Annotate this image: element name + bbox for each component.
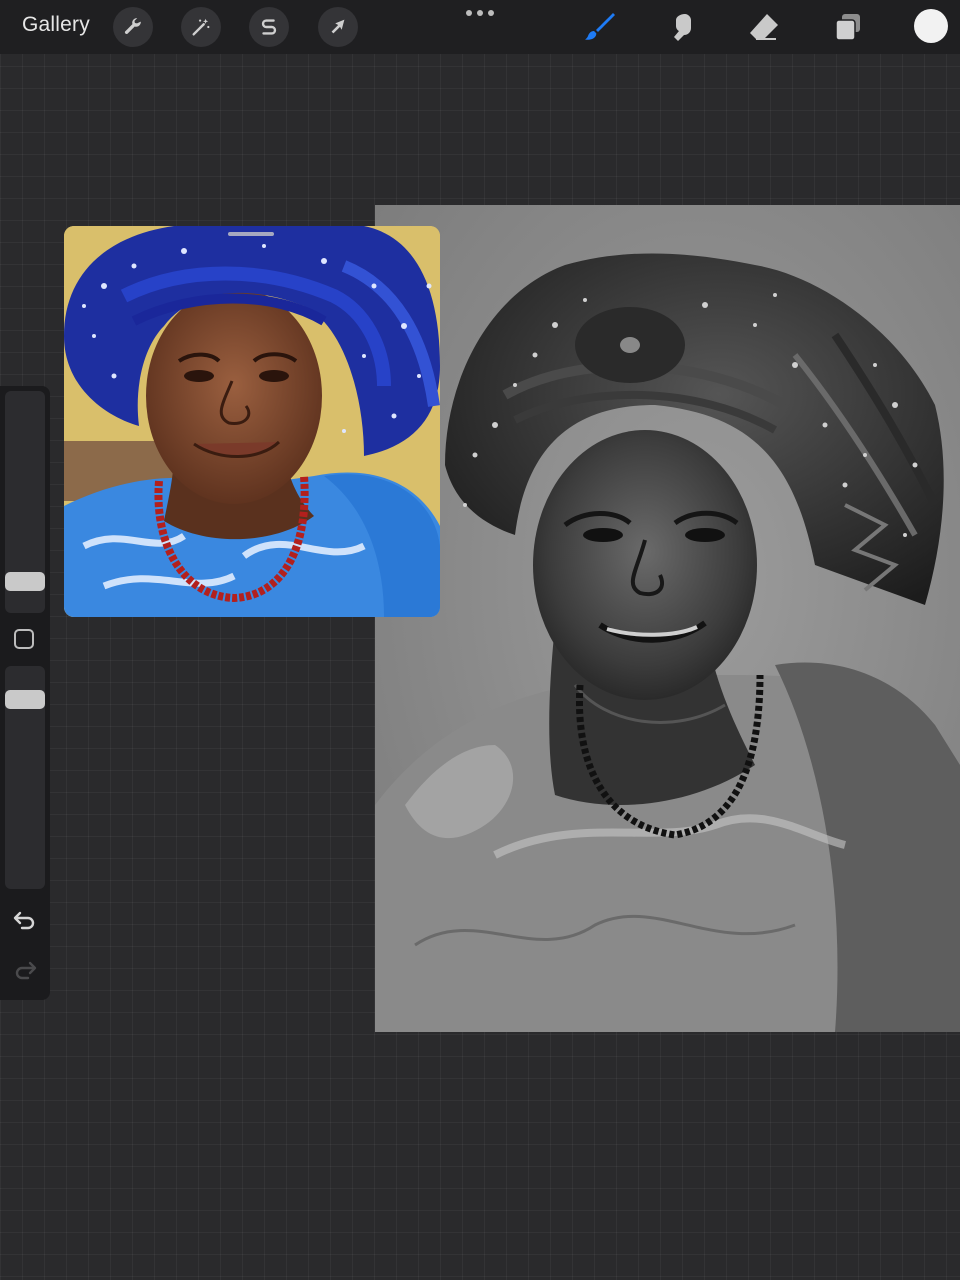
- gallery-button[interactable]: Gallery: [22, 13, 90, 37]
- redo-icon[interactable]: [11, 956, 39, 984]
- adjustments-button[interactable]: [181, 7, 221, 47]
- brush-size-thumb[interactable]: [5, 572, 45, 591]
- magic-wand-icon: [192, 18, 210, 36]
- eraser-icon: [750, 14, 778, 40]
- layers-tool[interactable]: [828, 8, 868, 46]
- brush-icon: [585, 13, 615, 40]
- reference-photo: [64, 226, 440, 617]
- top-toolbar: Gallery: [0, 0, 960, 54]
- reference-drag-handle[interactable]: [228, 232, 274, 236]
- eraser-tool[interactable]: [744, 8, 784, 46]
- brush-tool[interactable]: [580, 8, 620, 46]
- reference-window[interactable]: [64, 226, 440, 617]
- opacity-thumb[interactable]: [5, 690, 45, 709]
- selection-s-icon: [261, 19, 277, 35]
- selection-button[interactable]: [249, 7, 289, 47]
- undo-icon[interactable]: [11, 906, 39, 934]
- actions-button[interactable]: [113, 7, 153, 47]
- left-sidebar: [0, 386, 50, 1000]
- more-dots-icon[interactable]: [466, 6, 494, 20]
- transform-button[interactable]: [318, 7, 358, 47]
- graphite-portrait-drawing: [375, 253, 960, 1032]
- wrench-icon: [124, 18, 141, 34]
- smudge-tool[interactable]: [662, 8, 702, 46]
- color-picker-button[interactable]: [914, 9, 948, 43]
- arrow-cursor-icon: [331, 19, 345, 34]
- square-modify-icon[interactable]: [14, 629, 34, 649]
- smudge-finger-icon: [674, 14, 691, 41]
- drawing-canvas[interactable]: [375, 205, 960, 1032]
- layers-icon: [835, 14, 860, 41]
